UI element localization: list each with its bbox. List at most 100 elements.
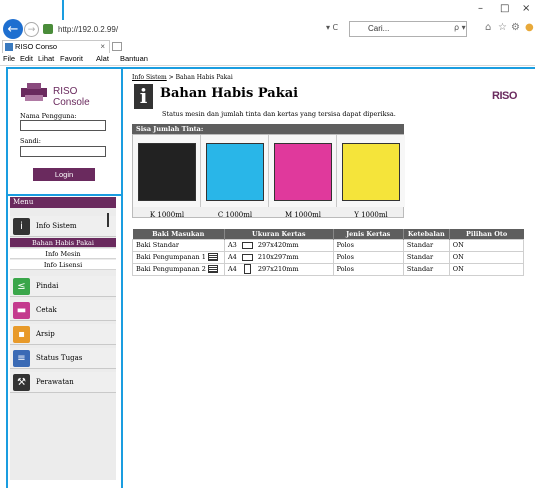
paper-type: Polos <box>332 262 404 276</box>
paper-thickness: Standar <box>402 250 450 264</box>
ink-section-header: Sisa Jumlah Tinta: <box>132 124 404 134</box>
refresh-icon[interactable]: ▾ C <box>326 23 338 32</box>
menu-tools[interactable]: Alat <box>96 54 109 63</box>
frame-line <box>6 67 8 488</box>
minimize-button[interactable]: – <box>478 3 483 14</box>
paper-thickness: Standar <box>402 262 450 276</box>
printer-logo-icon <box>21 83 47 101</box>
active-indicator <box>107 213 109 227</box>
maximize-button[interactable]: □ <box>500 3 509 14</box>
browser-search-input[interactable]: Cari... <box>349 21 467 37</box>
home-icon[interactable]: ⌂ <box>485 22 491 33</box>
submenu-item-info-mesin[interactable]: Info Mesin <box>10 249 116 259</box>
column-header: Baki Masukan <box>132 229 225 239</box>
paper-tray-table: Baki Masukan Ukuran Kertas Jenis Kertas … <box>132 229 525 276</box>
tab-close-icon[interactable]: × <box>100 41 105 53</box>
column-header: Jenis Kertas <box>333 229 404 239</box>
tray-name: Baki Pengumpanan 1 <box>136 253 206 261</box>
menu-header: Menu <box>10 197 116 208</box>
browser-menu-bar: File Edit Lihat Favorit Alat Bantuan <box>0 53 535 66</box>
menu-help[interactable]: Bantuan <box>120 54 148 63</box>
tray-name: Baki Pengumpanan 2 <box>136 265 206 273</box>
paper-type: Polos <box>332 250 404 264</box>
ink-cell-yellow: Y 1000ml <box>337 135 405 219</box>
sidebar-item-perawatan[interactable]: ⚒ Perawatan <box>10 372 116 393</box>
frame-line <box>6 67 535 69</box>
page-description: Status mesin dan jumlah tinta dan kertas… <box>162 110 396 118</box>
info-icon: i <box>13 218 30 235</box>
forward-arrow-icon[interactable]: → <box>24 22 39 37</box>
ink-swatch-magenta <box>274 143 332 201</box>
paper-size: A4 <box>227 253 237 261</box>
paper-dimensions: 297x210mm <box>257 265 299 273</box>
frame-line <box>62 0 64 20</box>
paper-size: A3 <box>227 241 237 249</box>
login-button[interactable]: Login <box>33 168 95 181</box>
close-window-button[interactable]: × <box>522 3 530 14</box>
tray-name-cell: Baki Pengumpanan 2 <box>132 262 225 276</box>
sidebar-item-pindai[interactable]: ≤ Pindai <box>10 276 116 297</box>
frame-line <box>121 67 123 488</box>
landscape-orientation-icon <box>241 241 253 249</box>
username-field[interactable] <box>20 120 106 131</box>
menu-view[interactable]: Lihat <box>38 54 54 63</box>
ink-cell-cyan: C 1000ml <box>201 135 269 219</box>
ink-label: Y 1000ml <box>354 211 388 219</box>
tray-name-cell: Baki Pengumpanan 1 <box>132 250 225 264</box>
sidebar-item-info-sistem[interactable]: i Info Sistem <box>10 216 116 237</box>
submenu-item-bahan-habis-pakai[interactable]: Bahan Habis Pakai <box>10 238 116 248</box>
ink-swatch-cyan <box>206 143 264 201</box>
paper-thickness: Standar <box>402 238 450 252</box>
menu-favorites[interactable]: Favorit <box>60 54 83 63</box>
ink-levels-panel: K 1000ml C 1000ml M 1000ml Y 1000ml <box>132 134 405 219</box>
auto-select: ON <box>448 250 525 264</box>
maintenance-icon: ⚒ <box>13 374 30 391</box>
breadcrumb-link-info-sistem[interactable]: Info Sistem <box>132 74 167 81</box>
column-header: Ukuran Kertas <box>224 229 334 239</box>
search-icon[interactable]: ρ ▾ <box>454 23 466 32</box>
favorites-star-icon[interactable]: ☆ <box>498 22 507 33</box>
sidebar-item-label: Info Sistem <box>36 222 77 230</box>
paper-type: Polos <box>332 238 404 252</box>
tab-favicon-icon <box>5 43 13 51</box>
sidebar-item-arsip[interactable]: ▪ Arsip <box>10 324 116 345</box>
menu-file[interactable]: File <box>3 54 15 63</box>
address-bar[interactable]: http://192.0.2.99/ <box>56 23 346 36</box>
navigation-bar: ← → http://192.0.2.99/ ▾ C Cari... ρ ▾ ⌂… <box>0 18 535 40</box>
ink-label: C 1000ml <box>217 211 253 219</box>
ink-cell-magenta: M 1000ml <box>269 135 337 219</box>
paper-dimensions: 210x297mm <box>257 253 299 261</box>
sidebar-item-label: Pindai <box>36 282 59 290</box>
ink-label: K 1000ml <box>149 211 185 219</box>
sidebar-item-label: Arsip <box>36 330 55 338</box>
sidebar-item-cetak[interactable]: ▬ Cetak <box>10 300 116 321</box>
new-tab-button[interactable] <box>112 42 122 51</box>
sidebar-item-status-tugas[interactable]: ≡ Status Tugas <box>10 348 116 369</box>
menu-edit[interactable]: Edit <box>20 54 33 63</box>
page-info-icon: i <box>134 84 153 109</box>
submenu-item-info-lisensi[interactable]: Info Lisensi <box>10 260 116 270</box>
smiley-icon[interactable]: ● <box>525 22 534 33</box>
browser-tab[interactable]: RISO Conso × <box>2 40 110 53</box>
sidebar-item-label: Cetak <box>36 306 57 314</box>
window-title-bar: – □ × <box>0 0 535 18</box>
portrait-orientation-icon <box>243 264 251 274</box>
tab-bar: RISO Conso × <box>0 40 535 53</box>
password-field[interactable] <box>20 146 106 157</box>
feed-tray-icon <box>207 253 218 261</box>
auto-select: ON <box>448 262 525 276</box>
ink-swatch-yellow <box>342 143 400 201</box>
ink-swatch-black <box>138 143 196 201</box>
password-label: Sandi: <box>20 137 41 145</box>
scan-icon: ≤ <box>13 278 30 295</box>
table-row: Baki Pengumpanan 2 A4 297x210mm Polos Sta… <box>132 262 525 276</box>
settings-gear-icon[interactable]: ⚙ <box>511 22 520 33</box>
ink-cell-black: K 1000ml <box>133 135 201 219</box>
login-panel: RISO Console Nama Pengguna: Sandi: Login <box>10 71 116 192</box>
back-arrow-icon[interactable]: ← <box>3 19 23 39</box>
tray-name: Baki Standar <box>136 241 180 249</box>
table-row: Baki Pengumpanan 1 A4 210x297mm Polos Sta… <box>132 250 525 264</box>
paper-size: A4 <box>227 265 237 273</box>
archive-icon: ▪ <box>13 326 30 343</box>
ink-label: M 1000ml <box>284 211 322 219</box>
